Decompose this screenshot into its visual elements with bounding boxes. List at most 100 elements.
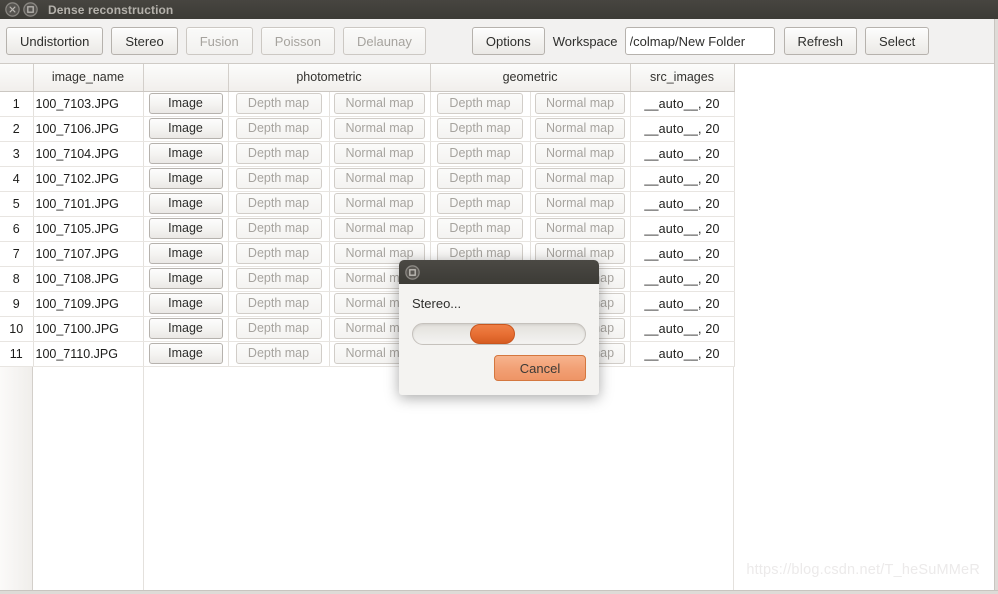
select-button[interactable]: Select: [865, 27, 930, 55]
image-button[interactable]: Image: [148, 143, 223, 164]
geometric-normal-map-button[interactable]: Normal map: [534, 143, 626, 164]
undistortion-button[interactable]: Undistortion: [6, 27, 104, 55]
geometric-depth-map-button[interactable]: Depth map: [437, 168, 523, 189]
row-index[interactable]: 2: [0, 116, 34, 142]
geometric-depth-map-button[interactable]: Depth map: [437, 218, 523, 239]
header-image-name[interactable]: image_name: [33, 64, 144, 92]
row-index[interactable]: 5: [0, 191, 34, 217]
row-index[interactable]: 9: [0, 291, 34, 317]
cell-src-images[interactable]: __auto__, 20: [630, 91, 735, 117]
geometric-depth-map-button[interactable]: Depth map: [437, 143, 523, 164]
table-row[interactable]: 6 100_7105.JPG Image Depth map Normal map Dep…: [0, 216, 735, 242]
cell-src-images[interactable]: __auto__, 20: [630, 291, 735, 317]
photometric-depth-map-button[interactable]: Depth map: [235, 293, 322, 314]
cell-image-name[interactable]: 100_7105.JPG: [33, 216, 144, 242]
cell-src-images[interactable]: __auto__, 20: [630, 316, 735, 342]
row-index[interactable]: 8: [0, 266, 34, 292]
cell-src-images[interactable]: __auto__, 20: [630, 241, 735, 267]
cell-image-name[interactable]: 100_7101.JPG: [33, 191, 144, 217]
options-button[interactable]: Options: [471, 27, 545, 55]
workspace-input[interactable]: [624, 27, 775, 55]
table-corner-header[interactable]: [0, 64, 34, 92]
photometric-depth-map-button[interactable]: Depth map: [235, 318, 322, 339]
photometric-normal-map-button[interactable]: Normal map: [334, 143, 425, 164]
cell-image-name[interactable]: 100_7100.JPG: [33, 316, 144, 342]
image-button[interactable]: Image: [148, 93, 223, 114]
cell-image-name[interactable]: 100_7107.JPG: [33, 241, 144, 267]
maximize-icon[interactable]: [23, 2, 38, 17]
photometric-depth-map-button[interactable]: Depth map: [235, 168, 322, 189]
image-button[interactable]: Image: [148, 168, 223, 189]
image-button[interactable]: Image: [148, 243, 223, 264]
photometric-depth-map-button[interactable]: Depth map: [235, 118, 322, 139]
cell-src-images[interactable]: __auto__, 20: [630, 341, 735, 367]
geometric-depth-map-button[interactable]: Depth map: [437, 93, 523, 114]
cell-image-name[interactable]: 100_7110.JPG: [33, 341, 144, 367]
cancel-button[interactable]: Cancel: [494, 355, 586, 381]
header-image-col[interactable]: [143, 64, 229, 92]
row-index[interactable]: 3: [0, 141, 34, 167]
image-button[interactable]: Image: [148, 218, 223, 239]
image-button[interactable]: Image: [148, 118, 223, 139]
photometric-depth-map-button[interactable]: Depth map: [235, 243, 322, 264]
table-row[interactable]: 5 100_7101.JPG Image Depth map Normal map Dep…: [0, 191, 735, 217]
cell-image-name[interactable]: 100_7106.JPG: [33, 116, 144, 142]
geometric-normal-map-button[interactable]: Normal map: [534, 193, 626, 214]
header-src-images[interactable]: src_images: [630, 64, 735, 92]
table-row[interactable]: 10100_7100.JPGImageDepth mapNormal mapDe…: [0, 316, 735, 342]
geometric-normal-map-button[interactable]: Normal map: [534, 118, 626, 139]
cell-image-name[interactable]: 100_7109.JPG: [33, 291, 144, 317]
row-index[interactable]: 10: [0, 316, 34, 342]
photometric-depth-map-button[interactable]: Depth map: [235, 193, 322, 214]
row-index[interactable]: 11: [0, 341, 34, 367]
geometric-normal-map-button[interactable]: Normal map: [534, 93, 626, 114]
table-row[interactable]: 11100_7110.JPGImageDepth mapNormal mapDe…: [0, 341, 735, 367]
photometric-normal-map-button[interactable]: Normal map: [334, 93, 425, 114]
geometric-depth-map-button[interactable]: Depth map: [437, 193, 523, 214]
table-row[interactable]: 9100_7109.JPGImageDepth mapNormal mapDep…: [0, 291, 735, 317]
cell-src-images[interactable]: __auto__, 20: [630, 266, 735, 292]
table-row[interactable]: 2 100_7106.JPG Image Depth map Normal map Dep…: [0, 116, 735, 142]
table-row[interactable]: 7 100_7107.JPG Image Depth map Normal map Dep…: [0, 241, 735, 267]
maximize-icon[interactable]: [405, 264, 420, 280]
cell-src-images[interactable]: __auto__, 20: [630, 141, 735, 167]
photometric-depth-map-button[interactable]: Depth map: [235, 218, 322, 239]
cell-src-images[interactable]: __auto__, 20: [630, 191, 735, 217]
close-icon[interactable]: [5, 2, 20, 17]
cell-image-name[interactable]: 100_7102.JPG: [33, 166, 144, 192]
header-geometric[interactable]: geometric: [430, 64, 631, 92]
row-index[interactable]: 4: [0, 166, 34, 192]
geometric-depth-map-button[interactable]: Depth map: [437, 118, 523, 139]
image-button[interactable]: Image: [148, 193, 223, 214]
fusion-button[interactable]: Fusion: [185, 27, 253, 55]
photometric-depth-map-button[interactable]: Depth map: [235, 143, 322, 164]
image-button[interactable]: Image: [148, 318, 223, 339]
photometric-normal-map-button[interactable]: Normal map: [334, 218, 425, 239]
table-row[interactable]: 1 100_7103.JPG Image Depth map Normal map Dep…: [0, 91, 735, 117]
header-photometric[interactable]: photometric: [228, 64, 431, 92]
poisson-button[interactable]: Poisson: [260, 27, 335, 55]
cell-image-name[interactable]: 100_7104.JPG: [33, 141, 144, 167]
delaunay-button[interactable]: Delaunay: [342, 27, 426, 55]
cell-src-images[interactable]: __auto__, 20: [630, 216, 735, 242]
table-row[interactable]: 8100_7108.JPGImageDepth mapNormal mapDep…: [0, 266, 735, 292]
row-index[interactable]: 6: [0, 216, 34, 242]
cell-image-name[interactable]: 100_7108.JPG: [33, 266, 144, 292]
cell-src-images[interactable]: __auto__, 20: [630, 116, 735, 142]
photometric-depth-map-button[interactable]: Depth map: [235, 268, 322, 289]
image-button[interactable]: Image: [148, 343, 223, 364]
photometric-depth-map-button[interactable]: Depth map: [235, 93, 322, 114]
photometric-normal-map-button[interactable]: Normal map: [334, 168, 425, 189]
photometric-depth-map-button[interactable]: Depth map: [235, 343, 322, 364]
geometric-normal-map-button[interactable]: Normal map: [534, 168, 626, 189]
photometric-normal-map-button[interactable]: Normal map: [334, 118, 425, 139]
cell-image-name[interactable]: 100_7103.JPG: [33, 91, 144, 117]
row-index[interactable]: 1: [0, 91, 34, 117]
photometric-normal-map-button[interactable]: Normal map: [334, 193, 425, 214]
geometric-normal-map-button[interactable]: Normal map: [534, 218, 626, 239]
cell-src-images[interactable]: __auto__, 20: [630, 166, 735, 192]
table-row[interactable]: 3 100_7104.JPG Image Depth map Normal map Dep…: [0, 141, 735, 167]
table-row[interactable]: 4 100_7102.JPG Image Depth map Normal map Dep…: [0, 166, 735, 192]
row-index[interactable]: 7: [0, 241, 34, 267]
refresh-button[interactable]: Refresh: [783, 27, 858, 55]
